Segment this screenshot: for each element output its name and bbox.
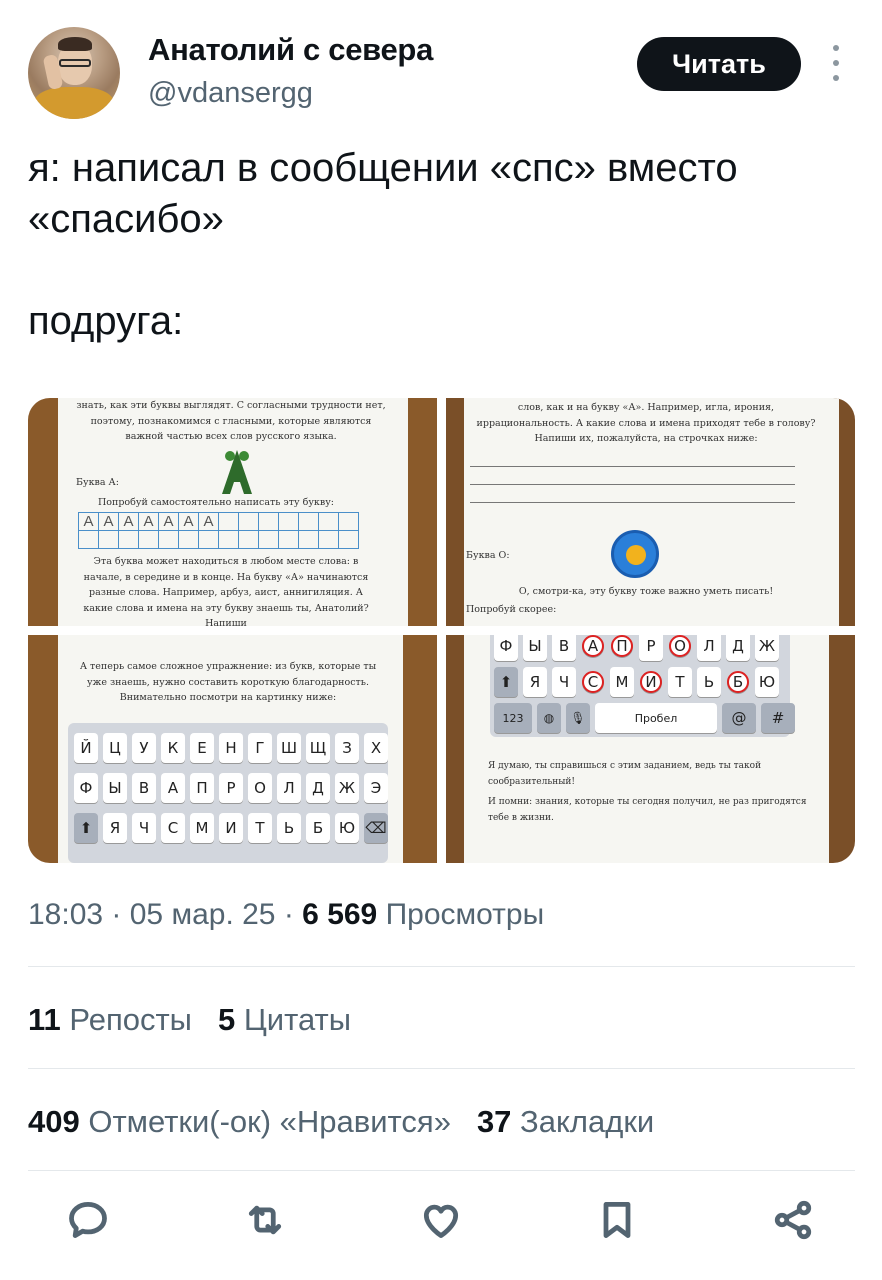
reposts-count[interactable]: 11 [28,1002,61,1037]
photo-2-paragraph-3: Попробуй скорее: [466,604,557,615]
photo-4-paragraph-2: И помни: знания, которые ты сегодня полу… [488,797,807,823]
keyboard-row-2: ФЫВ АПР ОЛД ЖЭ [74,773,388,803]
bookmarks-count[interactable]: 37 [477,1104,511,1139]
photo-1-instruction: Попробуй самостоятельно написать эту бук… [98,497,334,508]
tweet-media-grid: знать, как эти буквы выглядят. С согласн… [28,398,855,863]
tweet-text: я: написал в сообщении «спс» вместо «спа… [28,146,738,343]
marked-keyboard-row-2: ⬆ ЯЧ СМ ИТ ЬБ Ю [494,667,779,697]
tweet-time[interactable]: 18:03 [28,898,103,931]
author-name[interactable]: Анатолий с севера [148,32,433,68]
letter-a-illustration [222,450,252,494]
keyboard-row-1: ЙЦУ КЕН ГШЩ ЗХ [74,733,388,763]
tweet-photo-4[interactable]: ФЫВ АПР ОЛД Ж ⬆ ЯЧ СМ ИТ ЬБ Ю 123 ◍ 🎙 Пр… [446,635,855,863]
tweet-date[interactable]: 05 мар. 25 [130,898,276,931]
retweet-icon[interactable] [240,1195,290,1245]
views-label: Просмотры [385,898,545,931]
more-vertical-icon[interactable] [826,45,846,81]
photo-3-paragraph-1: А теперь самое сложное упражнение: из бу… [79,661,377,703]
bookmark-icon[interactable] [592,1195,642,1245]
tweet-photo-2[interactable]: слов, как и на букву «А». Например, игла… [446,398,855,626]
tweet-photo-1[interactable]: знать, как эти буквы выглядят. С согласн… [28,398,437,626]
heart-icon[interactable] [416,1195,466,1245]
keyboard-row-3: ⬆ ЯЧС МИТ ЬБЮ ⌫ [74,813,388,843]
writing-grid: ААА ААА А [78,512,359,549]
divider [28,1068,855,1069]
action-bar [0,1195,882,1245]
divider [28,966,855,967]
marked-keyboard-row-3: 123 ◍ 🎙 Пробел @ # [494,703,795,733]
photo-1-paragraph-2: Эта буква может находиться в любом месте… [83,556,369,626]
photo-2-paragraph-2: О, смотри-ка, эту букву тоже важно уметь… [518,586,774,597]
photo-1-letter-label: Буква А: [76,477,119,488]
tweet-meta: 18:03 · 05 мар. 25 · 6 569 Просмотры [28,898,545,931]
photo-2-paragraph-1: слов, как и на букву «А». Например, игла… [476,402,816,444]
backspace-key-icon: ⌫ [364,813,388,843]
marked-keyboard-row-1: ФЫВ АПР ОЛД Ж [494,635,779,661]
share-icon[interactable] [768,1195,818,1245]
bookmarks-label[interactable]: Закладки [520,1104,654,1139]
divider [28,1170,855,1171]
author-avatar[interactable] [28,27,120,119]
likes-label[interactable]: Отметки(-ок) «Нравится» [88,1104,451,1139]
quotes-label[interactable]: Цитаты [244,1002,351,1037]
photo-2-letter-label: Буква О: [466,550,510,561]
photo-4-paragraph-1: Я думаю, ты справишься с этим заданием, … [488,761,762,787]
reply-icon[interactable] [63,1195,113,1245]
photo-1-paragraph-1: знать, как эти буквы выглядят. С согласн… [76,400,386,442]
stats-row-2: 409 Отметки(-ок) «Нравится» 37 Закладки [28,1104,654,1140]
quotes-count[interactable]: 5 [218,1002,235,1037]
reposts-label[interactable]: Репосты [69,1002,192,1037]
views-count: 6 569 [302,898,378,931]
tweet-photo-3[interactable]: А теперь самое сложное упражнение: из бу… [28,635,437,863]
likes-count[interactable]: 409 [28,1104,80,1139]
author-handle[interactable]: @vdansergg [148,77,313,110]
stats-row-1: 11 Репосты 5 Цитаты [28,1002,351,1038]
orange-illustration [611,530,659,578]
follow-button[interactable]: Читать [637,37,801,91]
shift-key-icon: ⬆ [74,813,98,843]
